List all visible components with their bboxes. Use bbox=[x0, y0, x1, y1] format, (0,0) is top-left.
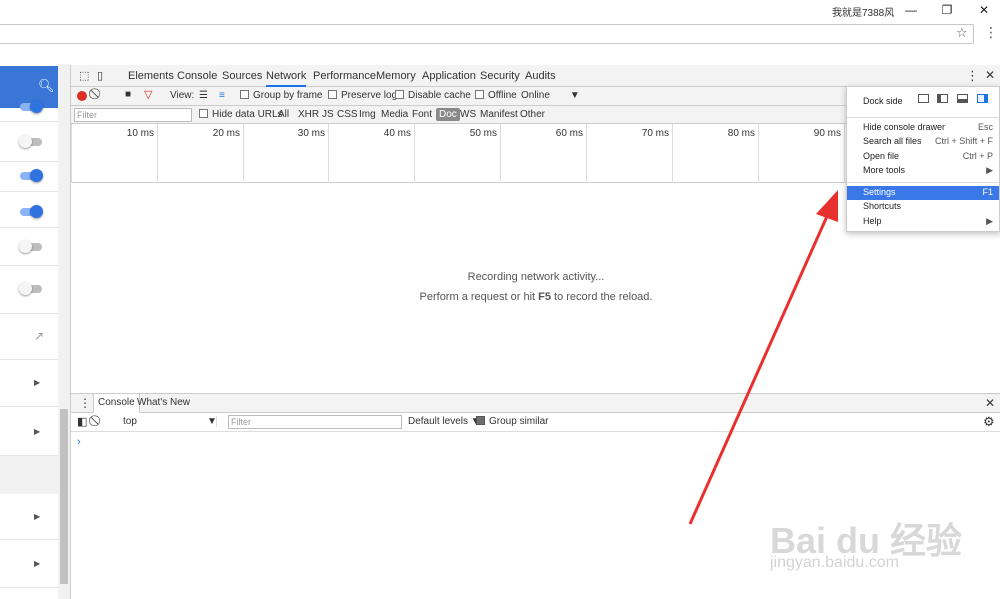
annotation-arrow bbox=[688, 190, 838, 525]
